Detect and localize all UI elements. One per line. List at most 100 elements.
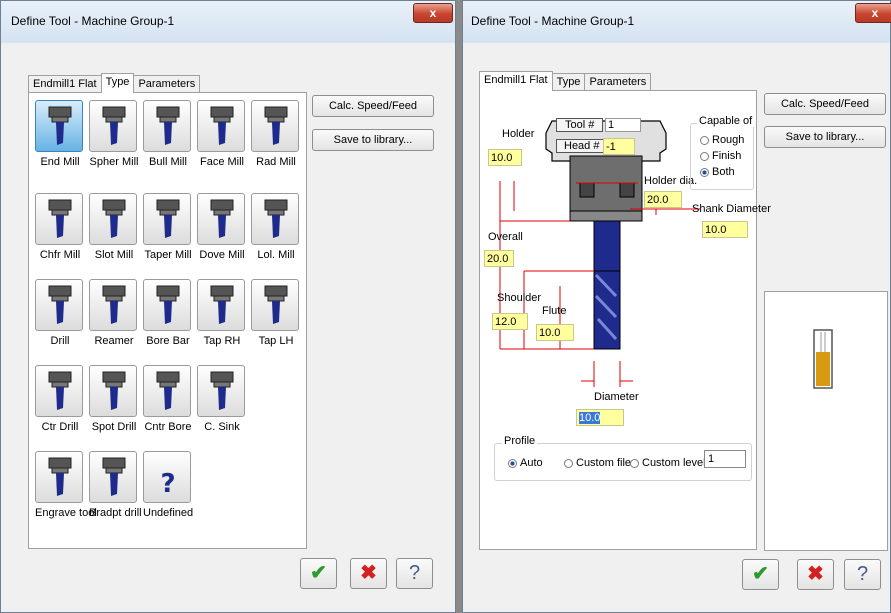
- radio-dot: [630, 458, 639, 468]
- tool-type-label: C. Sink: [204, 421, 240, 433]
- tab-endmill1-flat[interactable]: Endmill1 Flat: [479, 71, 553, 91]
- capable-of-label: Capable of: [697, 115, 755, 127]
- center-drill-icon: [35, 365, 83, 417]
- head-number-label: Head #: [556, 139, 608, 153]
- left-close-button[interactable]: x: [413, 3, 453, 23]
- tool-type-sphere-mill[interactable]: Spher Mill: [89, 100, 139, 175]
- radio-dot-selected: [700, 167, 709, 177]
- tool-type-label: Spher Mill: [89, 156, 139, 168]
- left-title-bar[interactable]: Define Tool - Machine Group-1 x: [1, 1, 455, 43]
- tool-type-label: Engrave tool: [35, 507, 97, 519]
- diameter-label: Diameter: [594, 391, 639, 403]
- tool-type-tap-rh[interactable]: Tap RH: [197, 279, 247, 354]
- right-close-button[interactable]: x: [855, 3, 891, 23]
- calc-speed-feed-button[interactable]: Calc. Speed/Feed: [312, 95, 434, 117]
- tab-parameters[interactable]: Parameters: [584, 73, 652, 90]
- radio-profile-custom-file[interactable]: Custom file: [564, 457, 631, 469]
- radio-finish[interactable]: Finish: [700, 150, 741, 162]
- tool-type-dove-mill[interactable]: Dove Mill: [197, 193, 247, 268]
- tool-type-label: Cntr Bore: [144, 421, 192, 433]
- overall-length-field[interactable]: 20.0: [484, 250, 514, 267]
- tool-type-label: Bradpt drill: [89, 507, 142, 519]
- tool-type-bore-bar[interactable]: Bore Bar: [143, 279, 193, 354]
- tool-type-label: Chfr Mill: [39, 249, 81, 261]
- tool-type-label: Dove Mill: [199, 249, 245, 261]
- radio-dot: [700, 135, 709, 145]
- diameter-field[interactable]: 10.0: [576, 409, 624, 426]
- radio-both-label: Both: [712, 166, 735, 178]
- save-to-library-button[interactable]: Save to library...: [764, 126, 886, 148]
- tap-rh-icon: [197, 279, 245, 331]
- tool-type-face-mill[interactable]: Face Mill: [197, 100, 247, 175]
- shoulder-length-field[interactable]: 12.0: [492, 313, 528, 330]
- tool-type-label: Reamer: [94, 335, 134, 347]
- tab-type[interactable]: Type: [100, 73, 135, 93]
- holder-length-field[interactable]: 10.0: [488, 149, 522, 166]
- help-button[interactable]: ?: [396, 558, 433, 589]
- rad-mill-icon: [251, 100, 299, 152]
- tool-type-drill[interactable]: Drill: [35, 279, 85, 354]
- tool-type-undefined-tool[interactable]: ? Undefined: [143, 451, 193, 526]
- right-title-bar[interactable]: Define Tool - Machine Group-1 x: [463, 1, 891, 43]
- slot-mill-icon: [89, 193, 137, 245]
- tool-number-field[interactable]: 1: [605, 118, 641, 132]
- right-define-tool-dialog: Define Tool - Machine Group-1 x Endmill1…: [462, 0, 891, 613]
- cancel-button[interactable]: ✖: [350, 558, 387, 589]
- cancel-button[interactable]: ✖: [797, 559, 834, 590]
- tool-type-counterbore[interactable]: Cntr Bore: [143, 365, 193, 440]
- save-to-library-button[interactable]: Save to library...: [312, 129, 434, 151]
- cancel-x-icon: ✖: [360, 562, 377, 584]
- ok-button[interactable]: ✔: [300, 558, 337, 589]
- help-button[interactable]: ?: [844, 559, 881, 590]
- tool-type-label: Tap RH: [203, 335, 241, 347]
- radio-both[interactable]: Both: [700, 166, 735, 178]
- sphere-mill-icon: [89, 100, 137, 152]
- tab-endmill1-flat[interactable]: Endmill1 Flat: [28, 75, 102, 92]
- tool-type-chamfer-mill[interactable]: Chfr Mill: [35, 193, 85, 268]
- tool-type-bull-mill[interactable]: Bull Mill: [143, 100, 193, 175]
- tool-type-taper-mill[interactable]: Taper Mill: [143, 193, 193, 268]
- tool-shank: [593, 220, 621, 272]
- tool-type-reamer[interactable]: Reamer: [89, 279, 139, 354]
- holder-dia-field[interactable]: 20.0: [644, 191, 682, 208]
- tool-type-end-mill[interactable]: End Mill: [35, 100, 85, 175]
- radio-dot: [700, 151, 709, 161]
- tool-type-bradpoint-drill[interactable]: Bradpt drill: [89, 451, 142, 526]
- flute-length-field[interactable]: 10.0: [536, 324, 574, 341]
- counterbore-icon: [143, 365, 191, 417]
- shank-diameter-field[interactable]: 10.0: [702, 221, 748, 238]
- tool-type-lollipop-mill[interactable]: Lol. Mill: [251, 193, 301, 268]
- tool-preview-panel: [764, 291, 888, 551]
- head-number-field[interactable]: -1: [603, 138, 635, 155]
- tab-parameters[interactable]: Parameters: [133, 75, 201, 92]
- lollipop-mill-icon: [251, 193, 299, 245]
- left-dialog-title: Define Tool - Machine Group-1: [11, 14, 175, 28]
- radio-profile-custom-level[interactable]: Custom level: [630, 457, 706, 469]
- ok-button[interactable]: ✔: [742, 559, 779, 590]
- tool-type-label: Tap LH: [258, 335, 294, 347]
- radio-rough[interactable]: Rough: [700, 134, 744, 146]
- help-question-icon: ?: [856, 563, 869, 585]
- left-define-tool-dialog: Define Tool - Machine Group-1 x Endmill1…: [0, 0, 456, 613]
- tool-type-engrave-tool[interactable]: Engrave tool: [35, 451, 97, 526]
- tool-type-label: Rad Mill: [256, 156, 296, 168]
- radio-dot: [564, 458, 573, 468]
- tool-type-label: Ctr Drill: [41, 421, 79, 433]
- tool-type-countersink[interactable]: C. Sink: [197, 365, 247, 440]
- tool-number-label: Tool #: [556, 118, 604, 132]
- tool-type-slot-mill[interactable]: Slot Mill: [89, 193, 139, 268]
- tool-type-center-drill[interactable]: Ctr Drill: [35, 365, 85, 440]
- diameter-value-selected: 10.0: [579, 412, 601, 424]
- tool-type-tap-lh[interactable]: Tap LH: [251, 279, 301, 354]
- bradpoint-drill-icon: [89, 451, 137, 503]
- tab-type[interactable]: Type: [551, 73, 586, 90]
- tool-type-label: Slot Mill: [94, 249, 134, 261]
- tool-type-rad-mill[interactable]: Rad Mill: [251, 100, 301, 175]
- tool-type-spot-drill[interactable]: Spot Drill: [89, 365, 139, 440]
- radio-profile-auto[interactable]: Auto: [508, 457, 543, 469]
- radio-custom-level-label: Custom level: [642, 457, 706, 469]
- undefined-tool-icon: ?: [143, 451, 191, 503]
- calc-speed-feed-button[interactable]: Calc. Speed/Feed: [764, 93, 886, 115]
- custom-level-input[interactable]: 1: [704, 450, 746, 468]
- end-mill-icon: [35, 100, 83, 152]
